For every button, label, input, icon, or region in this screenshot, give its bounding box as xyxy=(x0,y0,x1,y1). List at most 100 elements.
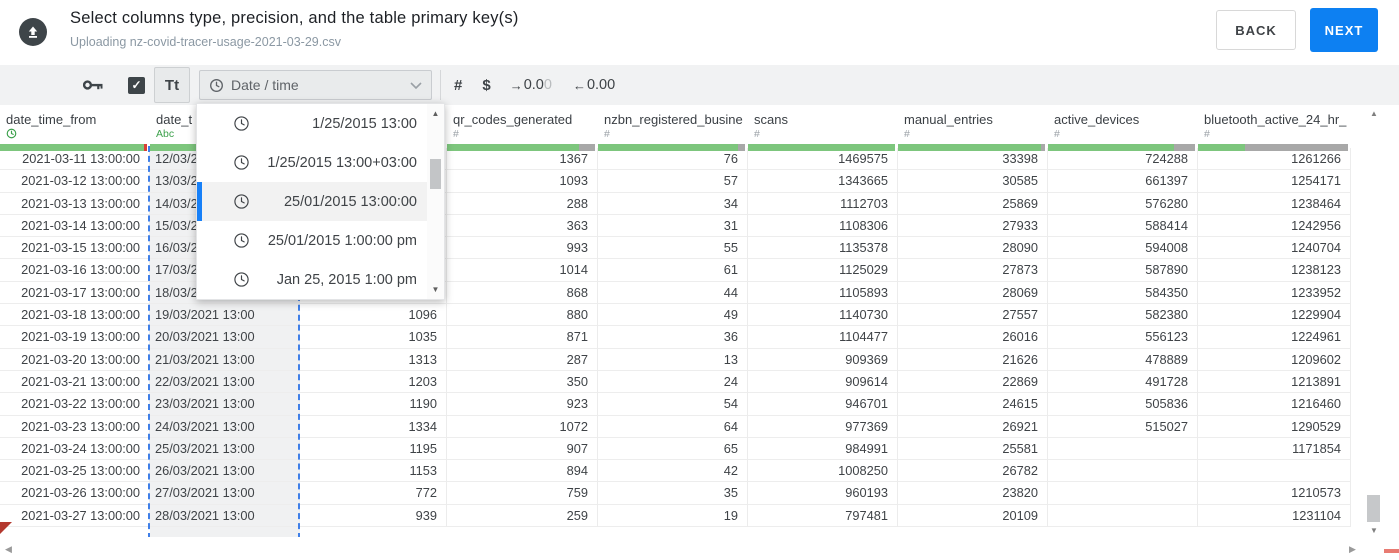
table-cell[interactable]: 1229904 xyxy=(1198,304,1351,327)
table-cell[interactable]: 661397 xyxy=(1048,170,1198,193)
table-cell[interactable]: 363 xyxy=(447,214,598,238)
table-cell[interactable]: 584350 xyxy=(1048,281,1198,305)
dropdown-scrollbar-thumb[interactable] xyxy=(430,159,441,189)
table-cell[interactable]: 24/03/2021 13:00 xyxy=(150,415,300,438)
scroll-right-arrow-icon[interactable]: ▶ xyxy=(1349,544,1356,555)
table-cell[interactable]: 759 xyxy=(447,482,598,505)
table-cell[interactable]: 19/03/2021 13:00 xyxy=(150,304,300,327)
table-cell[interactable]: 556123 xyxy=(1048,326,1198,349)
table-cell[interactable]: 2021-03-21 13:00:00 xyxy=(0,370,150,394)
table-cell[interactable]: 2021-03-12 13:00:00 xyxy=(0,170,150,193)
table-cell[interactable]: 1238123 xyxy=(1198,259,1351,282)
column-type-select[interactable]: Date / time xyxy=(199,70,432,100)
table-cell[interactable]: 1290529 xyxy=(1198,415,1351,438)
table-cell[interactable]: 64 xyxy=(598,415,748,438)
table-cell[interactable]: 1213891 xyxy=(1198,370,1351,394)
table-cell[interactable]: 1112703 xyxy=(748,192,898,215)
table-cell[interactable]: 907 xyxy=(447,437,598,461)
table-cell[interactable]: 576280 xyxy=(1048,192,1198,215)
decimal-increase-button[interactable]: → 0.0 0 xyxy=(510,77,552,93)
table-cell[interactable]: 30585 xyxy=(898,170,1048,193)
table-cell[interactable]: 20/03/2021 13:00 xyxy=(150,326,300,349)
table-cell[interactable]: 34 xyxy=(598,192,748,215)
table-cell[interactable]: 24615 xyxy=(898,393,1048,416)
dropdown-option[interactable]: 1/25/2015 13:00+03:00 xyxy=(197,143,427,182)
table-cell[interactable]: 287 xyxy=(447,348,598,371)
table-cell[interactable]: 1195 xyxy=(300,437,447,461)
table-cell[interactable]: 871 xyxy=(447,326,598,349)
table-cell[interactable]: 2021-03-20 13:00:00 xyxy=(0,348,150,371)
table-cell[interactable]: 1014 xyxy=(447,259,598,282)
table-cell[interactable]: 44 xyxy=(598,281,748,305)
table-cell[interactable]: 31 xyxy=(598,214,748,238)
table-cell[interactable]: 478889 xyxy=(1048,348,1198,371)
table-cell[interactable]: 1096 xyxy=(300,304,447,327)
table-cell[interactable]: 2021-03-14 13:00:00 xyxy=(0,214,150,238)
column-header[interactable]: date_time_from xyxy=(0,111,150,151)
table-cell[interactable]: 1224961 xyxy=(1198,326,1351,349)
table-cell[interactable] xyxy=(1048,437,1198,461)
table-cell[interactable]: 288 xyxy=(447,192,598,215)
currency-type-button[interactable]: $ xyxy=(482,77,490,94)
table-cell[interactable]: 587890 xyxy=(1048,259,1198,282)
table-cell[interactable]: 1171854 xyxy=(1198,437,1351,461)
table-cell[interactable]: 594008 xyxy=(1048,237,1198,260)
table-cell[interactable]: 28069 xyxy=(898,281,1048,305)
table-cell[interactable]: 54 xyxy=(598,393,748,416)
table-cell[interactable]: 960193 xyxy=(748,482,898,505)
table-cell[interactable]: 61 xyxy=(598,259,748,282)
table-cell[interactable]: 1093 xyxy=(447,170,598,193)
table-cell[interactable]: 27/03/2021 13:00 xyxy=(150,482,300,505)
table-cell[interactable]: 1209602 xyxy=(1198,348,1351,371)
vertical-scrollbar-thumb[interactable] xyxy=(1367,495,1380,522)
table-cell[interactable]: 36 xyxy=(598,326,748,349)
table-cell[interactable]: 26782 xyxy=(898,460,1048,483)
table-cell[interactable]: 21626 xyxy=(898,348,1048,371)
table-cell[interactable]: 1203 xyxy=(300,370,447,394)
table-cell[interactable]: 1233952 xyxy=(1198,281,1351,305)
table-cell[interactable]: 2021-03-18 13:00:00 xyxy=(0,304,150,327)
table-cell[interactable]: 880 xyxy=(447,304,598,327)
table-cell[interactable]: 76 xyxy=(598,148,748,171)
table-cell[interactable]: 868 xyxy=(447,281,598,305)
scroll-up-arrow-icon[interactable]: ▲ xyxy=(1363,109,1385,118)
table-cell[interactable]: 26016 xyxy=(898,326,1048,349)
table-cell[interactable]: 259 xyxy=(447,504,598,528)
table-cell[interactable]: 1108306 xyxy=(748,214,898,238)
table-cell[interactable]: 909369 xyxy=(748,348,898,371)
table-cell[interactable] xyxy=(1198,460,1351,483)
table-cell[interactable] xyxy=(1048,482,1198,505)
table-cell[interactable]: 13 xyxy=(598,348,748,371)
table-cell[interactable]: 1313 xyxy=(300,348,447,371)
dropdown-scroll-down-icon[interactable]: ▼ xyxy=(427,285,444,294)
table-cell[interactable]: 22869 xyxy=(898,370,1048,394)
table-cell[interactable]: 993 xyxy=(447,237,598,260)
number-type-button[interactable]: # xyxy=(454,77,462,94)
table-cell[interactable]: 25581 xyxy=(898,437,1048,461)
dropdown-option[interactable]: 25/01/2015 1:00:00 pm xyxy=(197,221,427,260)
table-cell[interactable]: 505836 xyxy=(1048,393,1198,416)
include-column-checkbox[interactable]: ✓ xyxy=(128,76,145,94)
table-cell[interactable]: 27933 xyxy=(898,214,1048,238)
table-cell[interactable]: 2021-03-26 13:00:00 xyxy=(0,482,150,505)
table-cell[interactable]: 772 xyxy=(300,482,447,505)
table-cell[interactable]: 2021-03-27 13:00:00 xyxy=(0,504,150,528)
table-cell[interactable]: 1334 xyxy=(300,415,447,438)
column-header[interactable]: nzbn_registered_busine # xyxy=(598,111,748,151)
table-cell[interactable]: 1153 xyxy=(300,460,447,483)
table-cell[interactable] xyxy=(1048,460,1198,483)
back-button[interactable]: BACK xyxy=(1216,10,1296,50)
table-cell[interactable]: 1210573 xyxy=(1198,482,1351,505)
table-cell[interactable]: 1238464 xyxy=(1198,192,1351,215)
table-cell[interactable]: 57 xyxy=(598,170,748,193)
table-cell[interactable]: 2021-03-24 13:00:00 xyxy=(0,437,150,461)
table-cell[interactable]: 2021-03-22 13:00:00 xyxy=(0,393,150,416)
table-cell[interactable]: 1035 xyxy=(300,326,447,349)
table-horizontal-scrollbar[interactable]: ◀ ▶ xyxy=(0,540,1399,558)
table-cell[interactable]: 1140730 xyxy=(748,304,898,327)
table-cell[interactable]: 1261266 xyxy=(1198,148,1351,171)
table-cell[interactable] xyxy=(1048,504,1198,528)
table-cell[interactable]: 23/03/2021 13:00 xyxy=(150,393,300,416)
table-cell[interactable]: 1008250 xyxy=(748,460,898,483)
primary-key-icon[interactable] xyxy=(83,79,103,91)
